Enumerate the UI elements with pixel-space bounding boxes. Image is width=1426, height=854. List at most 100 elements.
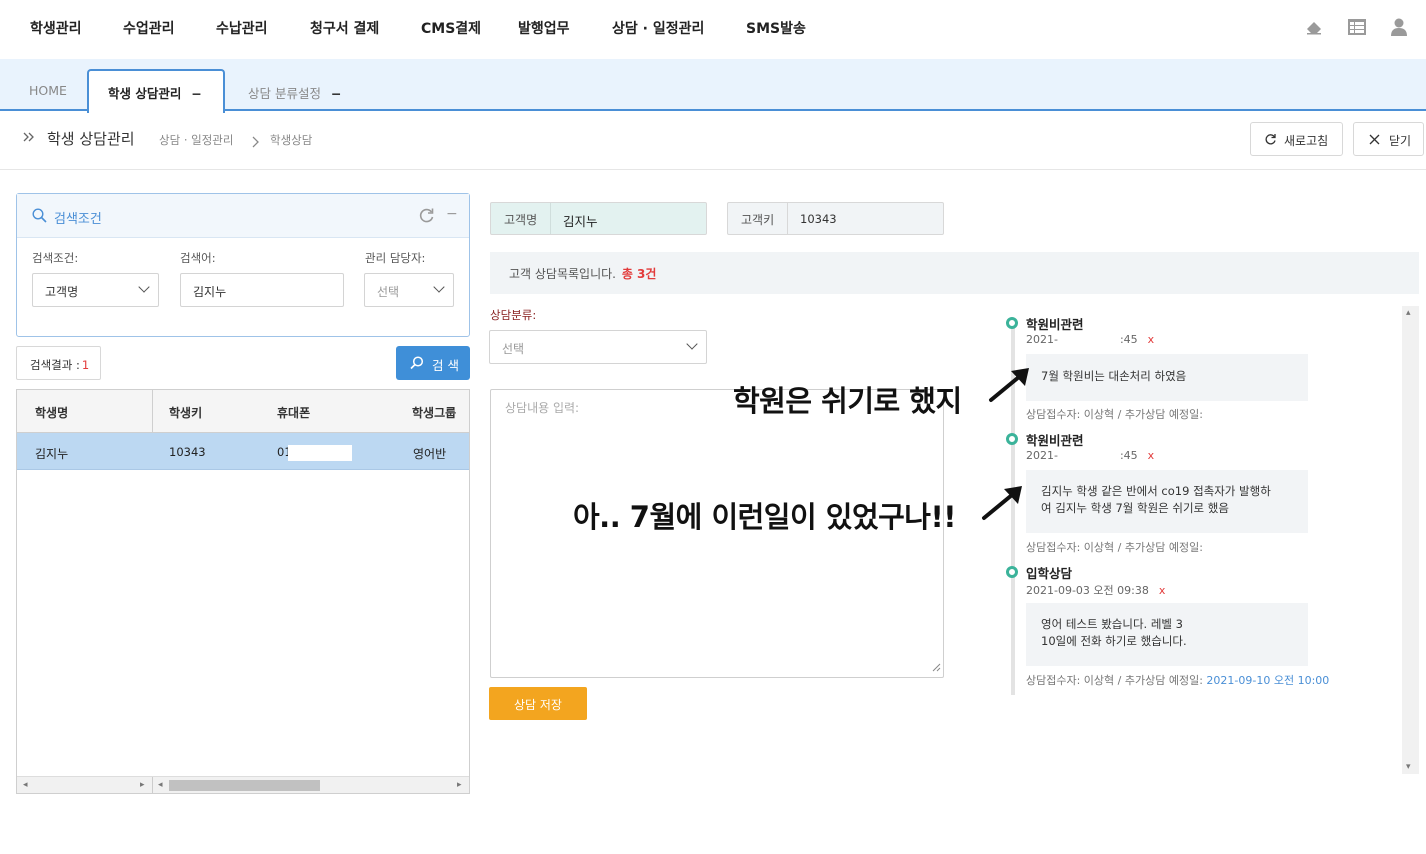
eraser-icon[interactable]	[1304, 17, 1324, 37]
breadcrumb-level2: 학생상담	[270, 133, 313, 147]
annotation-text: 학원은 쉬기로 했지	[733, 384, 962, 418]
tab-home-label: HOME	[29, 83, 67, 98]
content-line: 김지누 학생 같은 반에서 co19 접촉자가 발행하	[1041, 484, 1271, 498]
tab-home[interactable]: HOME	[29, 71, 67, 111]
collapse-icon[interactable]: −	[446, 206, 458, 222]
tab-label: 상담 분류설정	[248, 86, 321, 101]
category-select[interactable]: 선택	[489, 330, 707, 364]
menu-sms[interactable]: SMS발송	[746, 18, 806, 38]
breadcrumb-bar: 학생 상담관리 상담 · 일정관리 학생상담 새로고침 닫기	[0, 111, 1426, 170]
condition-value: 고객명	[45, 285, 79, 299]
horizontal-scrollbar[interactable]: ◂ ▸ ◂ ▸	[17, 776, 469, 793]
refresh-button[interactable]: 새로고침	[1250, 122, 1343, 156]
menu-student[interactable]: 학생관리	[30, 18, 82, 38]
chevron-down-icon	[433, 281, 445, 293]
scroll-thumb[interactable]	[169, 780, 320, 791]
tab-student-consult[interactable]: 학생 상담관리 −	[87, 69, 225, 113]
customer-name-value: 김지누	[563, 214, 598, 229]
date-text: 2021-	[1026, 449, 1058, 462]
resize-handle-icon[interactable]	[932, 661, 941, 675]
close-button[interactable]: 닫기	[1353, 122, 1424, 156]
customer-key-label: 고객키	[741, 213, 775, 227]
column-header[interactable]: 학생키	[169, 404, 202, 421]
table-icon[interactable]	[1347, 17, 1367, 37]
vertical-scrollbar[interactable]: ▴ ▾	[1402, 306, 1419, 774]
chevron-down-icon	[138, 281, 150, 293]
keyword-input[interactable]: 김지누	[180, 273, 344, 307]
chevron-right-icon	[250, 133, 260, 152]
tab-bar: HOME 학생 상담관리 − 상담 분류설정 −	[0, 59, 1426, 113]
delete-button[interactable]: x	[1159, 584, 1166, 597]
timeline-date: 2021-:45 x	[1026, 333, 1154, 346]
grid-header: 학생명 학생키 휴대폰 학생그룹	[17, 390, 469, 433]
double-chevron-icon	[22, 129, 36, 148]
table-row[interactable]: 김지누 10343 01 영어반	[17, 433, 469, 470]
menu-issue[interactable]: 발행업무	[518, 18, 570, 38]
consult-list-notice: 고객 상담목록입니다. 총 3건	[490, 252, 1419, 294]
delete-button[interactable]: x	[1148, 333, 1155, 346]
customer-key-field: 고객키 10343	[727, 202, 944, 235]
cell-key: 10343	[169, 445, 206, 459]
search-panel: 검색조건 − 검색조건: 고객명 검색어: 김지누 관리 담당자: 선택	[16, 193, 470, 337]
chevron-down-icon	[686, 338, 698, 350]
refresh-icon	[1264, 133, 1277, 149]
column-header[interactable]: 휴대폰	[277, 404, 310, 421]
search-panel-header: 검색조건 −	[17, 194, 469, 238]
timeline-title: 학원비관련	[1026, 317, 1084, 332]
tab-close-button[interactable]: −	[331, 86, 341, 101]
content-line: 여 김지누 학생 7월 학원은 쉬기로 했음	[1041, 501, 1229, 515]
scroll-left-icon[interactable]: ◂	[23, 780, 28, 790]
close-label: 닫기	[1389, 134, 1412, 148]
arrow-icon	[987, 364, 1035, 410]
timeline-date: 2021-09-03 오전 09:38 x	[1026, 582, 1165, 598]
keyword-value: 김지누	[193, 285, 227, 299]
search-button[interactable]: 검 색	[396, 346, 470, 380]
menu-invoice[interactable]: 청구서 결제	[310, 18, 379, 38]
menu-consult[interactable]: 상담 · 일정관리	[612, 18, 704, 38]
column-header[interactable]: 학생그룹	[412, 404, 456, 421]
save-label: 상담 저장	[514, 698, 562, 712]
time-text: :45	[1119, 449, 1138, 462]
menu-payment[interactable]: 수납관리	[216, 18, 268, 38]
notice-total: 총 3건	[621, 267, 657, 281]
scroll-down-icon[interactable]: ▾	[1406, 762, 1411, 772]
next-date: 2021-09-10 오전 10:00	[1206, 674, 1330, 687]
column-header[interactable]: 학생명	[35, 404, 68, 421]
category-label: 상담분류:	[490, 308, 537, 322]
tab-label: 학생 상담관리	[108, 86, 182, 101]
field-divider	[550, 203, 551, 234]
content-line: 영어 테스트 봤습니다. 레벨 3	[1041, 617, 1183, 631]
menu-class[interactable]: 수업관리	[123, 18, 175, 38]
manager-select[interactable]: 선택	[364, 273, 454, 307]
breadcrumb-level1[interactable]: 상담 · 일정관리	[159, 132, 233, 148]
refresh-label: 새로고침	[1284, 134, 1329, 148]
arrow-icon	[980, 482, 1028, 528]
scroll-right-icon[interactable]: ▸	[457, 780, 462, 790]
search-button-label: 검 색	[432, 358, 459, 373]
cell-group: 영어반	[413, 447, 447, 461]
tab-close-button[interactable]: −	[191, 86, 201, 101]
timeline-content: 김지누 학생 같은 반에서 co19 접촉자가 발행하 여 김지누 학생 7월 …	[1026, 470, 1308, 533]
search-panel-title: 검색조건	[54, 212, 102, 227]
field-divider	[787, 203, 788, 234]
timeline-title: 입학상담	[1026, 566, 1073, 581]
condition-select[interactable]: 고객명	[32, 273, 159, 307]
timeline-dot-icon	[1006, 433, 1018, 445]
user-icon[interactable]	[1389, 17, 1409, 37]
content-line: 7월 학원비는 대손처리 하였음	[1041, 369, 1187, 383]
menu-cms[interactable]: CMS결제	[421, 18, 481, 38]
scroll-up-icon[interactable]: ▴	[1406, 308, 1411, 318]
scroll-left-icon[interactable]: ◂	[158, 780, 163, 790]
keyword-label: 검색어:	[180, 251, 216, 265]
save-consult-button[interactable]: 상담 저장	[489, 687, 587, 720]
result-label: 검색결과 :	[30, 358, 80, 372]
timeline-dot-icon	[1006, 317, 1018, 329]
scroll-right-icon[interactable]: ▸	[140, 780, 145, 790]
customer-name-field: 고객명 김지누	[490, 202, 707, 235]
student-grid: 학생명 학생키 휴대폰 학생그룹 김지누 10343 01 영어반 ◂ ▸ ◂ …	[16, 389, 470, 794]
timeline-title: 학원비관련	[1026, 433, 1084, 448]
refresh-icon[interactable]	[418, 207, 435, 228]
scroll-divider	[152, 777, 153, 793]
tab-consult-category[interactable]: 상담 분류설정 −	[248, 71, 341, 111]
delete-button[interactable]: x	[1148, 449, 1155, 462]
